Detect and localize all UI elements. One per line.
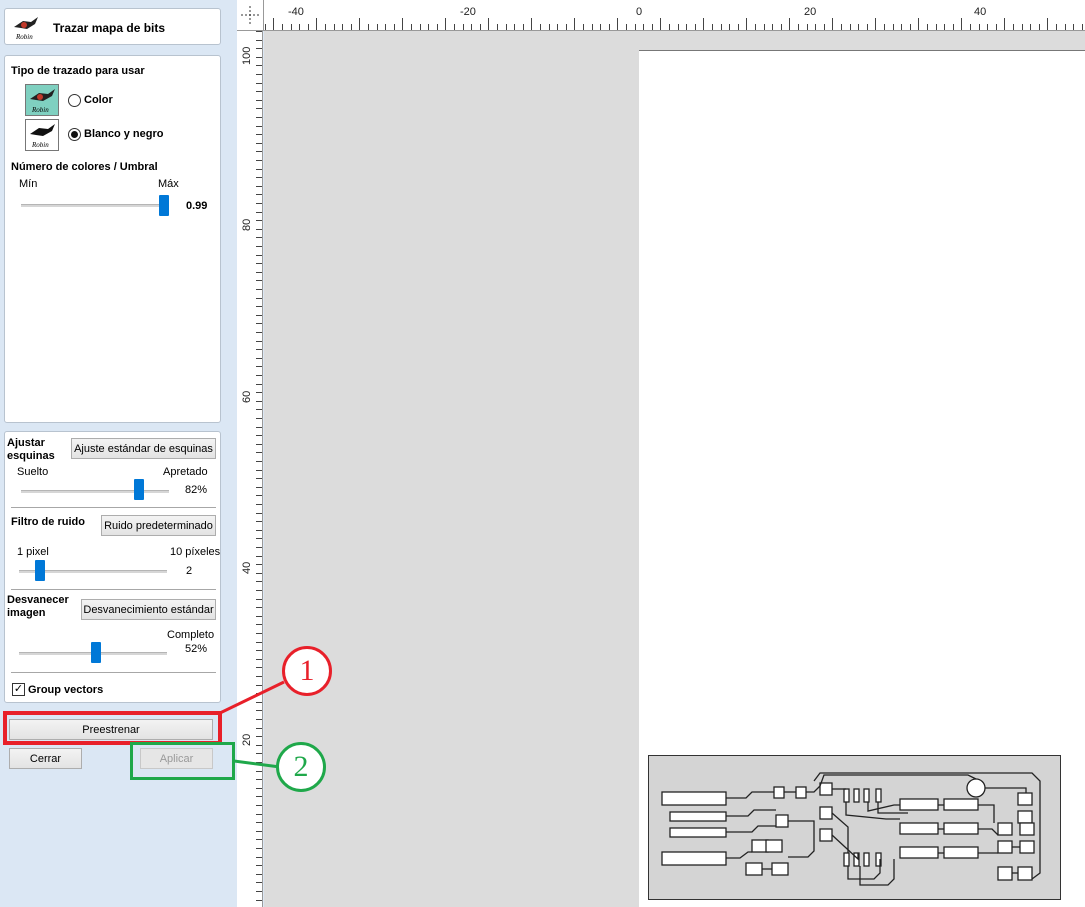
annotation-marker-1: 1 [282,646,332,696]
annotation-marker-2: 2 [276,742,326,792]
annotation-connector-lines [219,680,285,769]
